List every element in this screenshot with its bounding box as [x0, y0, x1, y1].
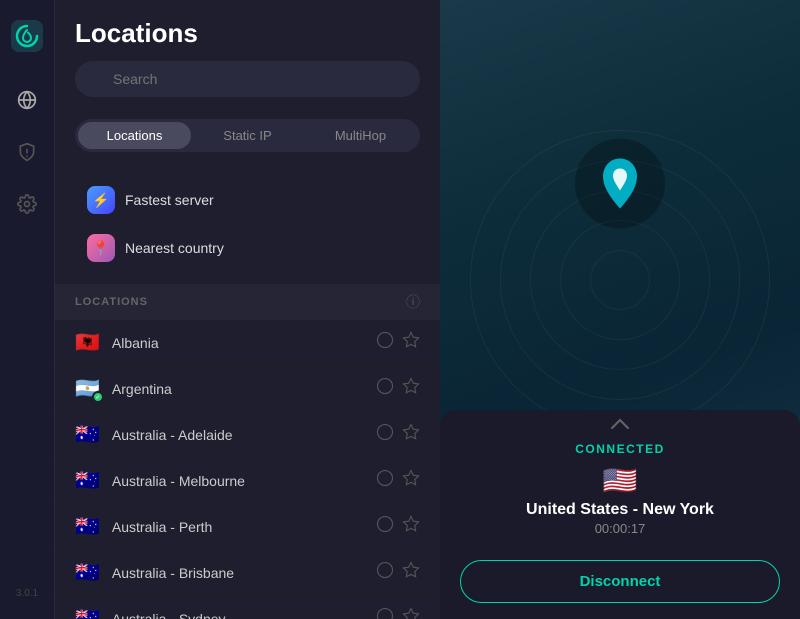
country-flag: 🇦🇺 — [75, 422, 100, 447]
app-logo — [11, 20, 43, 52]
country-actions — [376, 561, 420, 584]
chevron-up-icon[interactable] — [440, 410, 800, 438]
nearest-country-item[interactable]: 📍 Nearest country — [75, 224, 420, 272]
favorite-icon[interactable] — [402, 561, 420, 584]
country-flag: 🇦🇺 — [75, 468, 100, 493]
connect-icon[interactable] — [376, 561, 394, 584]
country-name: Australia - Melbourne — [112, 473, 376, 489]
country-list: 🇦🇱 Albania 🇦🇷✓ Argentina 🇦🇺 Australia - Adela… — [55, 320, 440, 619]
tab-multihop[interactable]: MultiHop — [304, 122, 417, 149]
country-name: Australia - Adelaide — [112, 427, 376, 443]
favorite-icon[interactable] — [402, 469, 420, 492]
vpn-badge: ✓ — [92, 391, 104, 403]
country-list-item[interactable]: 🇦🇷✓ Argentina — [55, 366, 440, 412]
country-actions — [376, 607, 420, 619]
country-name: Albania — [112, 335, 376, 351]
connect-icon[interactable] — [376, 423, 394, 446]
country-flag: 🇦🇺 — [75, 514, 100, 539]
sidebar-icon-settings[interactable] — [13, 190, 41, 218]
favorite-icon[interactable] — [402, 423, 420, 446]
search-input[interactable] — [75, 61, 420, 97]
country-list-item[interactable]: 🇦🇺 Australia - Adelaide — [55, 412, 440, 458]
country-actions — [376, 469, 420, 492]
left-panel: Locations Locations Static IP MultiHop ⚡… — [55, 0, 440, 619]
locations-section-label: LOCATIONS — [75, 296, 148, 308]
connect-icon[interactable] — [376, 607, 394, 619]
connected-flag: 🇺🇸 — [460, 464, 780, 497]
country-flag: 🇦🇱 — [75, 330, 100, 355]
lightning-icon: ⚡ — [87, 186, 115, 214]
fastest-server-item[interactable]: ⚡ Fastest server — [75, 176, 420, 224]
location-icon: 📍 — [87, 234, 115, 262]
sidebar-icon-globe[interactable] — [13, 86, 41, 114]
panel-title: Locations — [75, 18, 420, 49]
sidebar: 3.0.1 — [0, 0, 55, 619]
country-flag: 🇦🇺 — [75, 560, 100, 585]
tab-bar: Locations Static IP MultiHop — [75, 119, 420, 152]
surfshark-logo-container — [575, 138, 665, 233]
favorite-icon[interactable] — [402, 377, 420, 400]
connect-icon[interactable] — [376, 331, 394, 354]
connection-status-area: CONNECTED 🇺🇸 United States - New York 00… — [440, 438, 800, 560]
connect-icon[interactable] — [376, 469, 394, 492]
sidebar-icon-shield[interactable] — [13, 138, 41, 166]
connected-label: CONNECTED — [460, 442, 780, 456]
country-list-item[interactable]: 🇦🇺 Australia - Brisbane — [55, 550, 440, 596]
country-name: Argentina — [112, 381, 376, 397]
favorite-icon[interactable] — [402, 607, 420, 619]
connected-panel: CONNECTED 🇺🇸 United States - New York 00… — [440, 410, 800, 619]
right-panel: CONNECTED 🇺🇸 United States - New York 00… — [440, 0, 800, 619]
connect-icon[interactable] — [376, 515, 394, 538]
special-items: ⚡ Fastest server 📍 Nearest country — [55, 164, 440, 284]
country-list-item[interactable]: 🇦🇱 Albania — [55, 320, 440, 366]
favorite-icon[interactable] — [402, 331, 420, 354]
panel-header: Locations — [55, 0, 440, 119]
tab-locations[interactable]: Locations — [78, 122, 191, 149]
country-list-item[interactable]: 🇦🇺 Australia - Perth — [55, 504, 440, 550]
country-name: Australia - Perth — [112, 519, 376, 535]
country-actions — [376, 423, 420, 446]
country-actions — [376, 331, 420, 354]
favorite-icon[interactable] — [402, 515, 420, 538]
connected-time: 00:00:17 — [460, 521, 780, 536]
country-actions — [376, 377, 420, 400]
fastest-server-label: Fastest server — [125, 192, 214, 208]
disconnect-button[interactable]: Disconnect — [460, 560, 780, 603]
nearest-country-label: Nearest country — [125, 240, 224, 256]
info-icon[interactable]: ⓘ — [406, 292, 420, 312]
country-name: Australia - Brisbane — [112, 565, 376, 581]
country-name: Australia - Sydney — [112, 611, 376, 619]
tab-static-ip[interactable]: Static IP — [191, 122, 304, 149]
connect-icon[interactable] — [376, 377, 394, 400]
country-actions — [376, 515, 420, 538]
locations-section-header: LOCATIONS ⓘ — [55, 284, 440, 320]
country-list-item[interactable]: 🇦🇺 Australia - Melbourne — [55, 458, 440, 504]
country-flag: 🇦🇺 — [75, 606, 100, 619]
country-flag: 🇦🇷✓ — [75, 376, 100, 401]
app-version: 3.0.1 — [16, 588, 38, 599]
connected-location: United States - New York — [460, 501, 780, 519]
search-container — [75, 61, 420, 97]
country-list-item[interactable]: 🇦🇺 Australia - Sydney — [55, 596, 440, 619]
